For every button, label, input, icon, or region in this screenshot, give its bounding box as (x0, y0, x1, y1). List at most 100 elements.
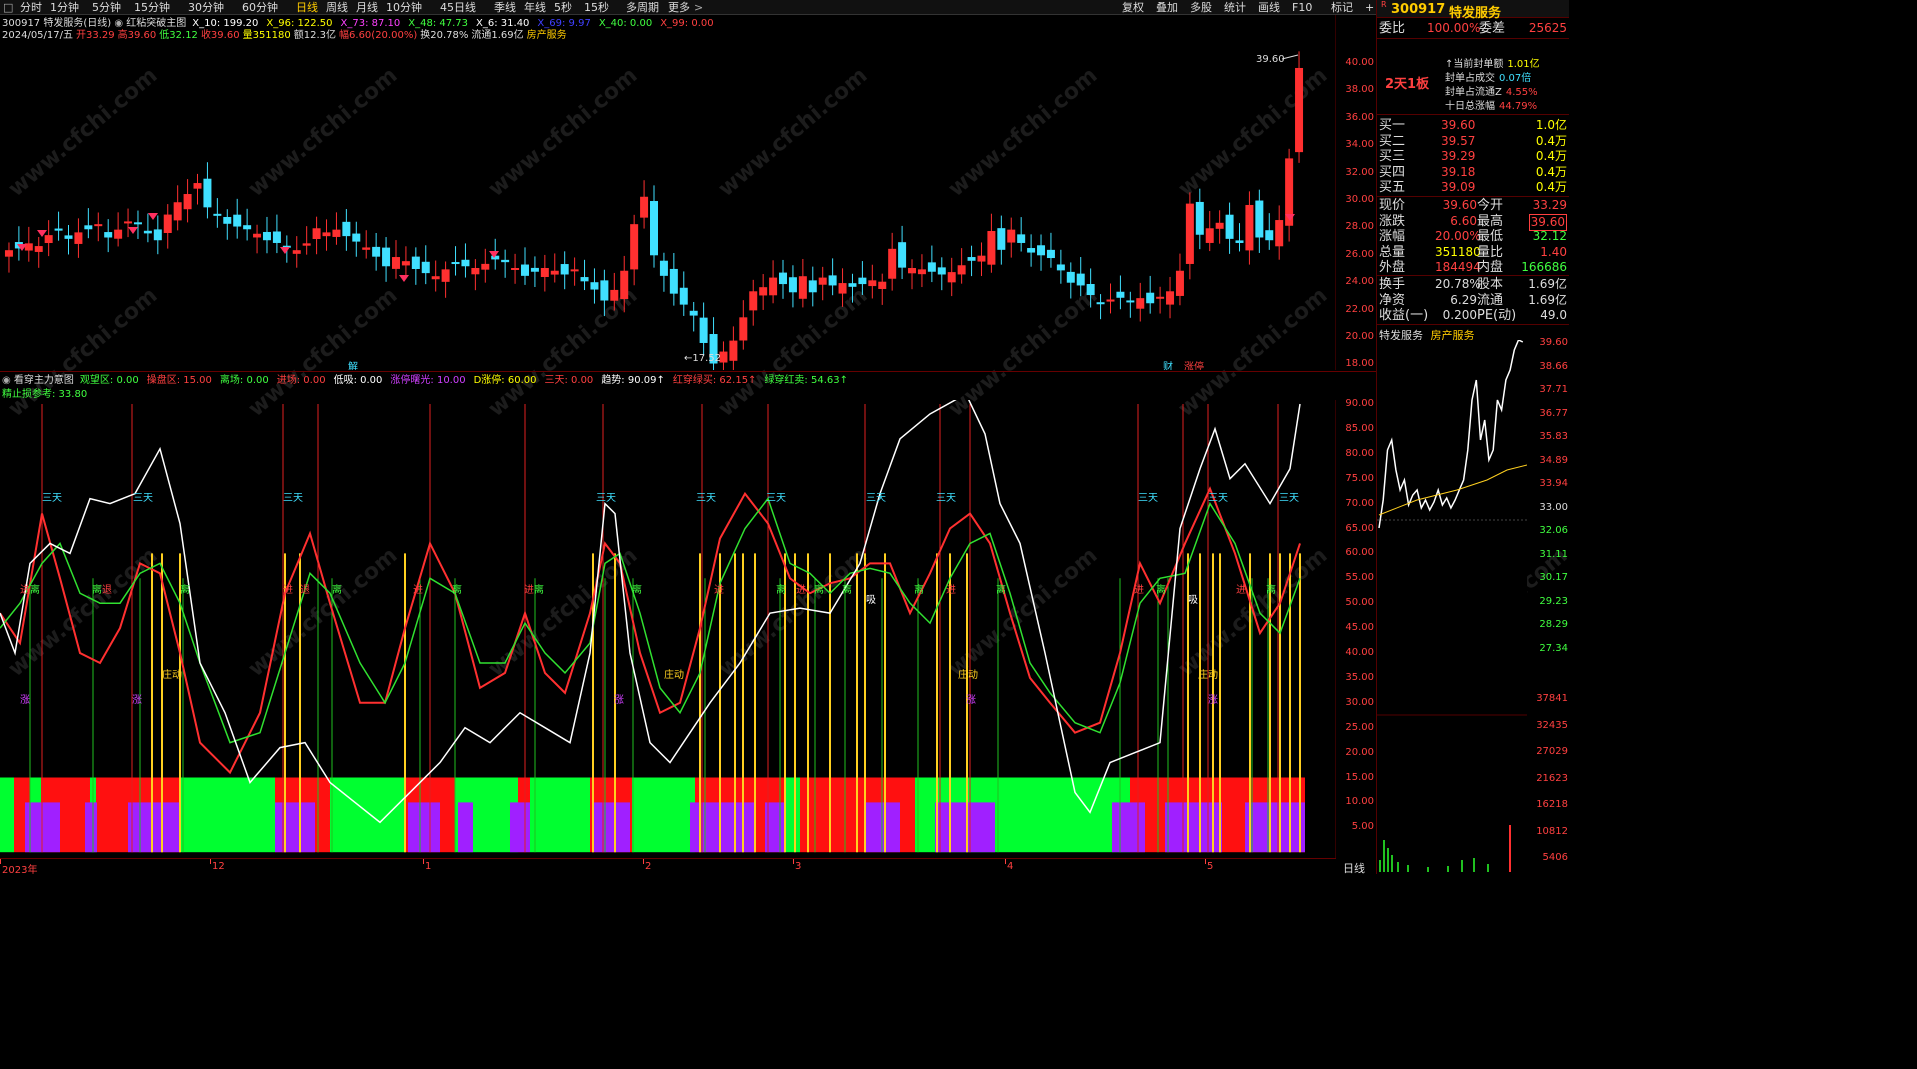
bid-row[interactable]: 买三 39.29 0.4万 (1379, 149, 1567, 164)
candle (669, 253, 678, 306)
signal-label: 三天 (936, 493, 956, 504)
quote-panel: R 300917 特发服务 委比 100.00% 委差 25625 2天1板 ↑… (1376, 0, 1569, 874)
volume-tick: 21623 (1536, 772, 1568, 784)
tool-0[interactable]: 复权 (1122, 0, 1144, 15)
period-tab[interactable]: 季线 (494, 0, 516, 15)
candle (481, 248, 490, 283)
candle (987, 213, 996, 273)
zone-bar (0, 777, 14, 853)
period-tab[interactable]: 45日线 (440, 0, 476, 15)
candle (1056, 249, 1065, 284)
more-arrow-icon[interactable]: > (694, 0, 703, 15)
purple-bar (458, 802, 473, 853)
bid-row[interactable]: 买一 39.60 1.0亿 (1379, 118, 1567, 133)
stat-label: 涨幅 (1379, 229, 1406, 244)
candle (233, 198, 242, 239)
period-tab[interactable]: 月线 (356, 0, 378, 15)
indicator-line (0, 400, 1301, 824)
fund-value: 1.69亿 (1528, 292, 1567, 307)
bid-row[interactable]: 买五 39.09 0.4万 (1379, 180, 1567, 195)
signal-label: 庄动 (1198, 668, 1218, 681)
bid-row[interactable]: 买二 39.57 0.4万 (1379, 134, 1567, 149)
period-tab[interactable]: 分时 (20, 0, 42, 15)
low-label: ←17.52 (684, 353, 721, 364)
period-label[interactable]: 日线 (1343, 860, 1365, 876)
bid-label: 买四 (1379, 164, 1406, 180)
indicator-tick: 40.00 (1345, 647, 1374, 658)
candlestick-chart[interactable]: 39.60 ←17.52 解 财 涨停 (0, 15, 1336, 370)
period-tab[interactable]: 周线 (326, 0, 348, 15)
volume-bar (1427, 867, 1429, 872)
signal-label: 离 (996, 583, 1006, 596)
signal-label: 离 (534, 583, 544, 596)
indicator-tick: 60.00 (1345, 547, 1374, 559)
date-tick-mark (643, 859, 644, 864)
tool-3[interactable]: 统计 (1224, 0, 1246, 15)
tool-2[interactable]: 多股 (1190, 0, 1212, 15)
candle (262, 216, 271, 254)
purple-bar (1112, 802, 1145, 853)
candle (312, 216, 321, 255)
tool-1[interactable]: 叠加 (1156, 0, 1178, 15)
signal-label: 进 (714, 584, 724, 596)
candle (1215, 210, 1224, 244)
candle (798, 258, 807, 308)
gear-icon[interactable]: ◉ (2, 375, 14, 386)
high-label: 39.60 (1256, 54, 1285, 65)
tool-6[interactable]: 标记 (1331, 0, 1353, 15)
menu-icon[interactable]: □ (3, 0, 13, 15)
candle (530, 256, 539, 288)
period-tab[interactable]: 日线 (296, 0, 318, 15)
purple-bar (1245, 802, 1305, 853)
indicator-chart[interactable]: 三天 三天 三天 三天 三天 三天 三天 三天 三天 三天 三天进离离退离进退离进离进离离进离进离离… (0, 400, 1336, 858)
candle (1037, 234, 1046, 271)
candle (1255, 189, 1264, 253)
intraday-chart[interactable] (1377, 340, 1527, 872)
candle (64, 224, 73, 255)
stat-label: 涨跌 (1379, 213, 1406, 229)
period-tab[interactable]: 30分钟 (188, 0, 224, 15)
stat-label: 最高 (1477, 213, 1504, 229)
stat-row: 总量 351180 量比 1.40 (1379, 245, 1567, 260)
period-tab[interactable]: 15秒 (584, 0, 609, 15)
date-tick-mark (1205, 859, 1206, 864)
candle (1046, 232, 1055, 268)
period-tab[interactable]: 5分钟 (92, 0, 121, 15)
panel-divider[interactable] (0, 371, 1376, 372)
panel-divider (1377, 196, 1569, 197)
candle (749, 279, 758, 326)
period-tab[interactable]: 5秒 (554, 0, 572, 15)
price-tick: 30.00 (1345, 194, 1374, 205)
period-tab[interactable]: 更多 (668, 0, 690, 15)
indicator-tick: 50.00 (1345, 597, 1374, 609)
stat-row: 涨跌 6.60 最高 39.60 (1379, 213, 1567, 231)
stock-terminal: www.cfchi.com www.cfchi.com www.cfchi.com w… (0, 0, 1572, 876)
signal-label: 三天 (283, 493, 303, 504)
volume-bar (1487, 864, 1489, 872)
volume-bar (1461, 860, 1463, 872)
candle (183, 179, 192, 223)
period-tab[interactable]: 60分钟 (242, 0, 278, 15)
period-tab[interactable]: 1分钟 (50, 0, 79, 15)
fund-label: 股本 (1477, 277, 1504, 292)
bid-volume: 0.4万 (1535, 133, 1567, 148)
period-tab[interactable]: 年线 (524, 0, 546, 15)
stat-value: 166686 (1521, 260, 1567, 274)
candle (1096, 294, 1105, 320)
candle (352, 221, 361, 257)
stat-row: 外盘 184494 内盘 166686 (1379, 260, 1567, 275)
r-icon: R (1381, 0, 1387, 9)
period-tab[interactable]: 15分钟 (134, 0, 170, 15)
event-tag: 财 (1163, 360, 1173, 370)
tool-4[interactable]: 画线 (1258, 0, 1280, 15)
candle (868, 264, 877, 299)
bid-row[interactable]: 买四 39.18 0.4万 (1379, 165, 1567, 180)
period-tab[interactable]: 多周期 (626, 0, 659, 15)
candle (1076, 257, 1085, 297)
tool-5[interactable]: F10 (1292, 0, 1312, 15)
candle (818, 266, 827, 301)
price-tick: 32.00 (1345, 166, 1374, 178)
stat-value: 6.60 (1450, 213, 1477, 228)
signal-label: 退 (102, 584, 112, 596)
period-tab[interactable]: 10分钟 (386, 0, 422, 15)
